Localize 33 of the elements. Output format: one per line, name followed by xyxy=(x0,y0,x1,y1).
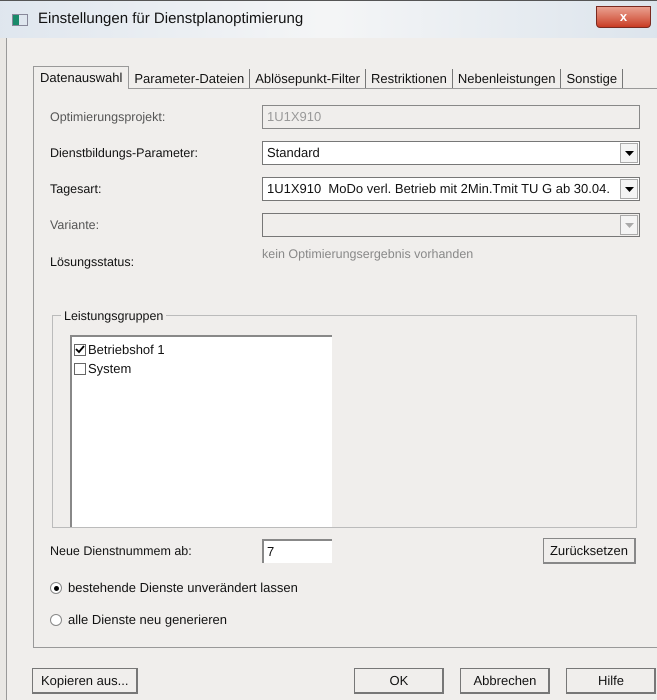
radio-label: alle Dienste neu generieren xyxy=(68,611,227,630)
dropdown[interactable]: 1U1X910 MoDo verl. Betrieb mit 2Min.Tmit TU G ab 30.04. xyxy=(262,177,640,201)
dropdown[interactable]: Standard xyxy=(262,141,640,165)
tab[interactable]: Sonstige xyxy=(561,69,624,88)
window-icon xyxy=(12,14,28,26)
checkbox[interactable] xyxy=(74,362,86,374)
field-label: Dienstbildungs-Parameter: xyxy=(50,144,199,162)
checkbox-label: Betriebshof 1 xyxy=(88,340,165,359)
tab[interactable]: Ablösepunkt-Filter xyxy=(250,69,366,88)
reset-button[interactable]: Zurücksetzen xyxy=(542,538,636,564)
checkbox-label: System xyxy=(88,360,132,378)
field-label: Tagesart: xyxy=(50,180,102,198)
radio-label: bestehende Dienste unverändert lassen xyxy=(68,579,298,598)
tab[interactable]: Parameter-Dateien xyxy=(129,69,250,88)
tab[interactable]: Restriktionen xyxy=(366,69,453,88)
window-title: Einstellungen für Dienstplanoptimierung xyxy=(38,9,304,30)
input-field[interactable]: 7 xyxy=(262,539,332,563)
field-label: Neue Dienstnummem ab: xyxy=(50,542,193,560)
radio-button[interactable] xyxy=(50,614,62,626)
checkbox[interactable] xyxy=(74,344,86,356)
dialog-button[interactable]: Hilfe xyxy=(566,668,656,694)
dialog-button[interactable]: Abbrechen xyxy=(460,668,550,694)
field-label: Lösungsstatus: xyxy=(50,254,136,271)
tab[interactable]: Nebenleistungen xyxy=(452,69,562,88)
radio-button[interactable] xyxy=(50,582,62,594)
field-label: Variante: xyxy=(50,216,100,234)
copy-button[interactable]: Kopieren aus... xyxy=(32,668,138,694)
dropdown-value: Standard xyxy=(266,144,321,162)
status-text: kein Optimierungsergebnis vorhanden xyxy=(262,246,474,263)
dropdown-value: 1U1X910 MoDo verl. Betrieb mit 2Min.Tmit TU G ab 30.04. xyxy=(266,180,611,198)
dialog-button[interactable]: OK xyxy=(354,668,444,694)
field-label: Optimierungsprojekt: xyxy=(50,108,166,126)
tab[interactable]: Datenauswahl xyxy=(33,66,130,89)
